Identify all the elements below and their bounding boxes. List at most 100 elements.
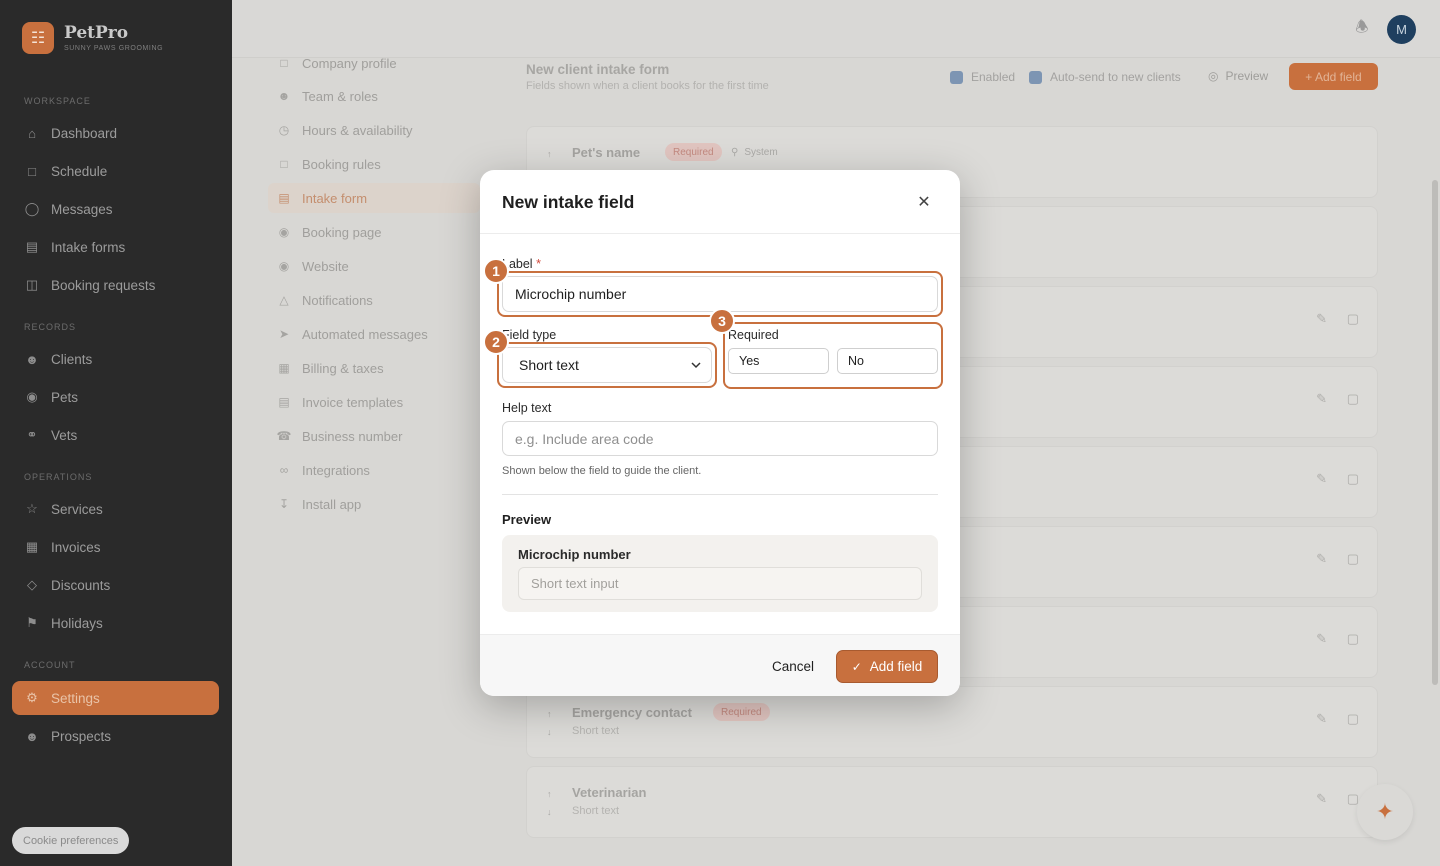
trash-icon[interactable]: ▢	[1347, 471, 1359, 487]
settings-item-label: Automated messages	[302, 326, 428, 342]
sidebar-item-settings[interactable]: ⚙ Settings	[12, 681, 219, 715]
help-text-placeholder: e.g. Include area code	[515, 430, 654, 447]
users-icon: ☻	[25, 351, 39, 367]
field-name: Emergency contact	[572, 705, 692, 720]
new-intake-field-modal: New intake field ✕ Label * Microchip num…	[480, 170, 960, 696]
gear-icon: ⚙	[26, 690, 38, 705]
reorder-arrows-icon[interactable]: ↑ ↓	[547, 705, 552, 741]
settings-item-booking-page[interactable]: ◉ Booking page	[268, 217, 480, 247]
settings-item-label: Company profile	[302, 55, 397, 71]
sidebar-item-dashboard[interactable]: ⌂ Dashboard	[12, 116, 219, 150]
calendar-icon: □	[28, 163, 36, 179]
cookie-preferences-button[interactable]: Cookie preferences	[12, 827, 130, 854]
edit-icon[interactable]: ✎	[1316, 311, 1327, 327]
sidebar-item-prospects[interactable]: ☻ Prospects	[12, 719, 219, 753]
page-title: New client intake form	[526, 62, 670, 77]
section-records: RECORDS	[24, 322, 77, 332]
field-card-emergency-contact[interactable]: ↑ ↓ Emergency contact Short text Required…	[526, 686, 1378, 758]
autosend-checkbox[interactable]: Auto-send to new clients	[1029, 70, 1181, 84]
sidebar-item-label: Discounts	[51, 577, 111, 593]
sidebar-item-pets[interactable]: ◉ Pets	[12, 380, 219, 414]
add-field-button[interactable]: ✓ Add field	[836, 650, 938, 683]
settings-item-company-profile[interactable]: □ Company profile	[268, 48, 480, 78]
globe-icon: ◉	[278, 259, 290, 273]
flag-icon: ⚑	[26, 615, 38, 630]
trash-icon[interactable]: ▢	[1347, 631, 1359, 647]
sidebar-item-label: Settings	[51, 690, 100, 706]
sidebar-item-holidays[interactable]: ⚑ Holidays	[12, 606, 219, 640]
invoice-icon: ▤	[278, 395, 290, 409]
settings-item-automated-messages[interactable]: ➤ Automated messages	[268, 319, 480, 349]
autosend-label: Auto-send to new clients	[1050, 70, 1181, 84]
sidebar-item-clients[interactable]: ☻ Clients	[12, 342, 219, 376]
bell-icon[interactable]: 🕭	[1350, 17, 1374, 41]
edit-icon[interactable]: ✎	[1316, 791, 1327, 807]
sidebar-item-label: Clients	[51, 351, 93, 367]
star-icon: ☆	[26, 501, 38, 516]
settings-item-label: Install app	[302, 496, 362, 512]
section-operations: OPERATIONS	[24, 472, 93, 482]
settings-item-install-app[interactable]: ↧ Install app	[268, 489, 480, 519]
settings-item-intake-form[interactable]: ▤ Intake form	[268, 183, 480, 213]
reorder-arrows-icon[interactable]: ↑	[547, 145, 552, 163]
brand-subtitle: SUNNY PAWS GROOMING	[64, 44, 164, 52]
eye-icon: ◎	[1208, 69, 1219, 83]
preview-button[interactable]: ◎ Preview	[1198, 63, 1278, 89]
sidebar-item-label: Messages	[51, 201, 113, 217]
field-card-veterinarian[interactable]: ↑ ↓ Veterinarian Short text ✎ ▢	[526, 766, 1378, 838]
reorder-arrows-icon[interactable]: ↑ ↓	[547, 785, 552, 821]
settings-item-label: Invoice templates	[302, 394, 404, 410]
avatar[interactable]: M	[1387, 15, 1416, 44]
users-icon: ☻	[277, 89, 291, 103]
trash-icon[interactable]: ▢	[1347, 391, 1359, 407]
checkbox-checked-icon	[950, 70, 963, 84]
sidebar-item-discounts[interactable]: ◇ Discounts	[12, 568, 219, 602]
calendar-icon: □	[280, 157, 288, 171]
brand[interactable]: ☷ PetPro SUNNY PAWS GROOMING	[22, 22, 163, 54]
brand-name: PetPro	[64, 22, 129, 43]
sidebar-item-intake-forms[interactable]: ▤ Intake forms	[12, 230, 219, 264]
field-type: Short text	[572, 725, 620, 737]
trash-icon[interactable]: ▢	[1347, 551, 1359, 567]
edit-icon[interactable]: ✎	[1316, 551, 1327, 567]
preview-input: Short text input	[518, 567, 922, 600]
edit-icon[interactable]: ✎	[1316, 471, 1327, 487]
field-name: Veterinarian	[572, 785, 647, 800]
edit-icon[interactable]: ✎	[1316, 391, 1327, 407]
settings-item-billing[interactable]: ▦ Billing & taxes	[268, 353, 480, 383]
scrollbar[interactable]	[1432, 180, 1438, 685]
settings-item-business-number[interactable]: ☎ Business number	[268, 421, 480, 451]
sidebar-item-schedule[interactable]: □ Schedule	[12, 154, 219, 188]
settings-item-team-roles[interactable]: ☻ Team & roles	[268, 81, 480, 111]
settings-item-notifications[interactable]: △ Notifications	[268, 285, 480, 315]
settings-item-hours[interactable]: ◷ Hours & availability	[268, 115, 480, 145]
section-account: ACCOUNT	[24, 660, 76, 670]
users-icon: ☻	[25, 728, 39, 744]
edit-icon[interactable]: ✎	[1316, 711, 1327, 727]
close-icon[interactable]: ✕	[914, 192, 934, 212]
cancel-button[interactable]: Cancel	[756, 650, 830, 683]
sidebar-item-label: Prospects	[51, 728, 112, 744]
trash-icon[interactable]: ▢	[1347, 311, 1359, 327]
stethoscope-icon: ⚭	[26, 427, 38, 442]
highlight-box-3	[723, 322, 943, 389]
trash-icon[interactable]: ▢	[1347, 711, 1359, 727]
edit-icon[interactable]: ✎	[1316, 631, 1327, 647]
check-icon: ✓	[851, 659, 862, 674]
settings-item-integrations[interactable]: ∞ Integrations	[268, 455, 480, 485]
settings-item-invoice-templates[interactable]: ▤ Invoice templates	[268, 387, 480, 417]
enabled-checkbox[interactable]: Enabled	[950, 70, 1015, 84]
required-badge: Required	[665, 143, 722, 161]
sidebar-item-label: Dashboard	[51, 125, 118, 141]
assistant-fab[interactable]: ✦	[1357, 784, 1413, 840]
sidebar-item-invoices[interactable]: ▦ Invoices	[12, 530, 219, 564]
sidebar-item-vets[interactable]: ⚭ Vets	[12, 418, 219, 452]
settings-item-booking-rules[interactable]: □ Booking rules	[268, 149, 480, 179]
sidebar-item-booking-requests[interactable]: ◫ Booking requests	[12, 268, 219, 302]
add-field-header-button[interactable]: + Add field	[1289, 63, 1378, 90]
sidebar-item-services[interactable]: ☆ Services	[12, 492, 219, 526]
highlight-box-2	[497, 342, 717, 388]
help-text-input[interactable]: e.g. Include area code	[502, 421, 938, 456]
settings-item-website[interactable]: ◉ Website	[268, 251, 480, 281]
sidebar-item-messages[interactable]: ◯ Messages	[12, 192, 219, 226]
